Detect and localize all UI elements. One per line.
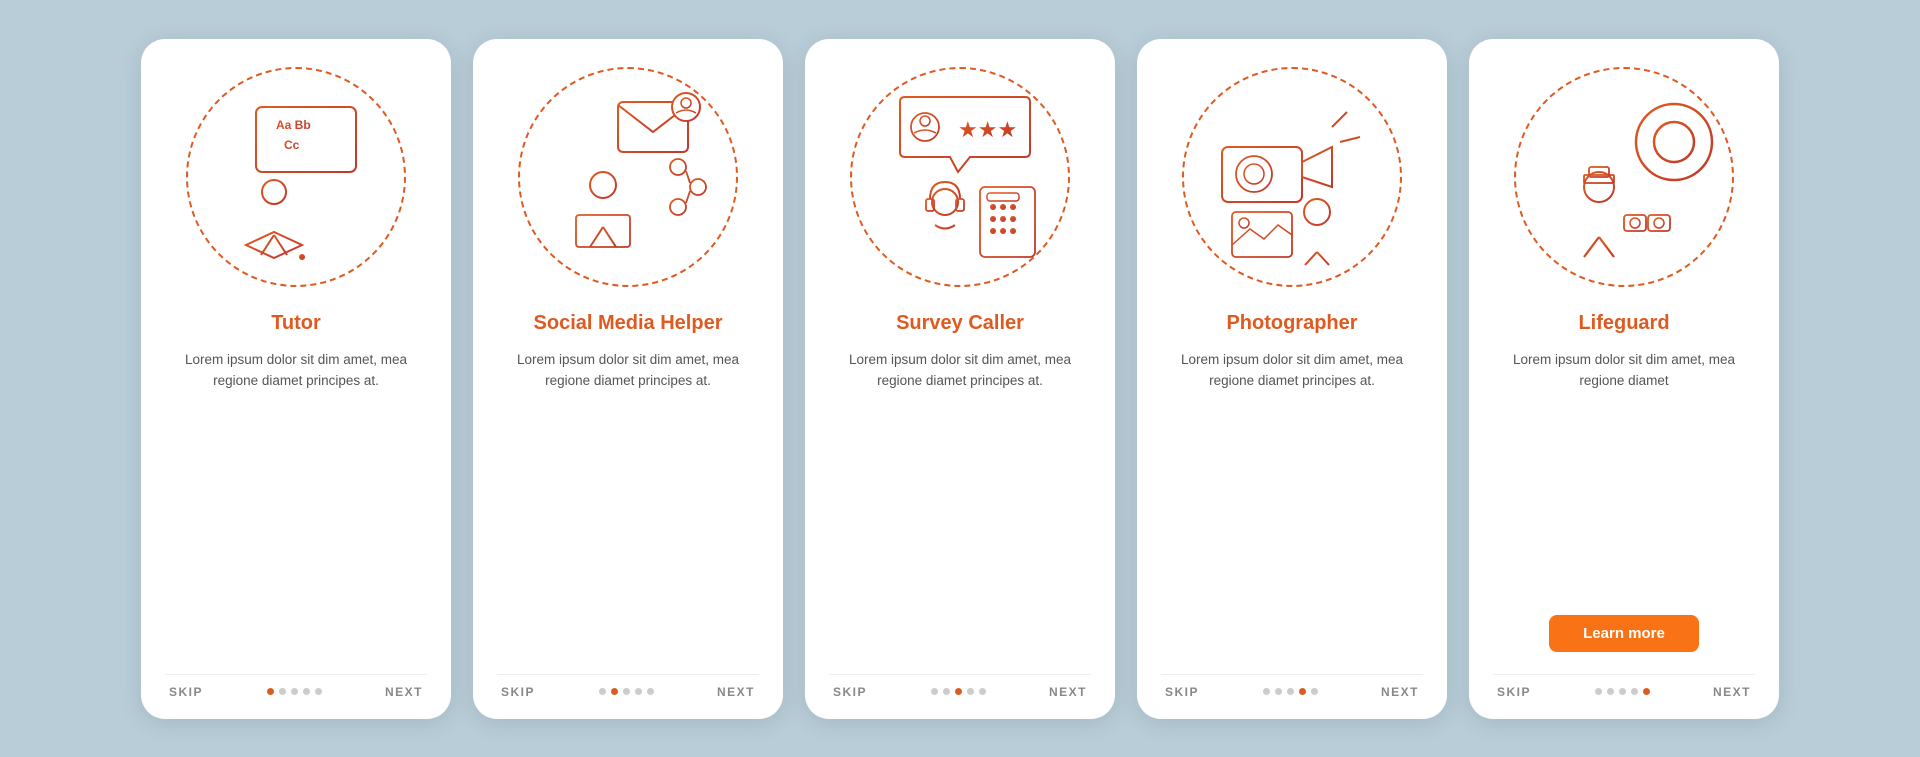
tutor-body: Lorem ipsum dolor sit dim amet, mea regi… — [165, 349, 427, 662]
social-media-icon — [538, 87, 718, 267]
photographer-title: Photographer — [1226, 311, 1357, 335]
cards-container: Aa Bb Cc Tutor Lorem ipsum dolor sit dim… — [141, 39, 1779, 719]
dot-5 — [647, 688, 654, 695]
survey-caller-title: Survey Caller — [896, 311, 1024, 335]
card-lifeguard: Lifeguard Lorem ipsum dolor sit dim amet… — [1469, 39, 1779, 719]
social-skip[interactable]: SKIP — [501, 685, 535, 699]
survey-dots — [931, 688, 986, 695]
dot-2 — [279, 688, 286, 695]
dot-4 — [1631, 688, 1638, 695]
social-dots — [599, 688, 654, 695]
tutor-title: Tutor — [271, 311, 321, 335]
social-next[interactable]: NEXT — [717, 685, 755, 699]
dot-1 — [931, 688, 938, 695]
dot-3 — [1619, 688, 1626, 695]
dot-2 — [1607, 688, 1614, 695]
dot-2 — [611, 688, 618, 695]
dot-5 — [1643, 688, 1650, 695]
dot-2 — [1275, 688, 1282, 695]
card-survey-caller: ★★★ — [805, 39, 1115, 719]
survey-caller-nav: SKIP NEXT — [829, 674, 1091, 699]
tutor-skip[interactable]: SKIP — [169, 685, 203, 699]
dot-4 — [1299, 688, 1306, 695]
lifeguard-dots — [1595, 688, 1650, 695]
tutor-dots — [267, 688, 322, 695]
photographer-dots — [1263, 688, 1318, 695]
photographer-next[interactable]: NEXT — [1381, 685, 1419, 699]
dot-3 — [291, 688, 298, 695]
social-media-title: Social Media Helper — [534, 311, 723, 335]
lifeguard-icon — [1534, 87, 1714, 267]
tutor-nav: SKIP NEXT — [165, 674, 427, 699]
survey-next[interactable]: NEXT — [1049, 685, 1087, 699]
tutor-next[interactable]: NEXT — [385, 685, 423, 699]
photographer-body: Lorem ipsum dolor sit dim amet, mea regi… — [1161, 349, 1423, 662]
dot-3 — [1287, 688, 1294, 695]
dot-4 — [635, 688, 642, 695]
card-social-media-helper: Social Media Helper Lorem ipsum dolor si… — [473, 39, 783, 719]
survey-caller-body: Lorem ipsum dolor sit dim amet, mea regi… — [829, 349, 1091, 662]
lifeguard-body: Lorem ipsum dolor sit dim amet, mea regi… — [1493, 349, 1755, 605]
tutor-icon: Aa Bb Cc — [206, 87, 386, 267]
survey-caller-icon-area: ★★★ — [850, 67, 1070, 287]
dot-5 — [1311, 688, 1318, 695]
photographer-nav: SKIP NEXT — [1161, 674, 1423, 699]
social-media-body: Lorem ipsum dolor sit dim amet, mea regi… — [497, 349, 759, 662]
card-photographer: Photographer Lorem ipsum dolor sit dim a… — [1137, 39, 1447, 719]
dot-3 — [623, 688, 630, 695]
dot-5 — [315, 688, 322, 695]
tutor-icon-area: Aa Bb Cc — [186, 67, 406, 287]
social-media-icon-area — [518, 67, 738, 287]
svg-text:Cc: Cc — [284, 138, 300, 152]
lifeguard-skip[interactable]: SKIP — [1497, 685, 1531, 699]
dot-3 — [955, 688, 962, 695]
dot-2 — [943, 688, 950, 695]
svg-text:Aa Bb: Aa Bb — [276, 118, 311, 132]
card-tutor: Aa Bb Cc Tutor Lorem ipsum dolor sit dim… — [141, 39, 451, 719]
lifeguard-title: Lifeguard — [1578, 311, 1669, 335]
social-media-nav: SKIP NEXT — [497, 674, 759, 699]
dot-1 — [267, 688, 274, 695]
svg-text:★★★: ★★★ — [958, 117, 1017, 142]
dot-4 — [303, 688, 310, 695]
photographer-icon-area — [1182, 67, 1402, 287]
learn-more-button[interactable]: Learn more — [1549, 615, 1699, 652]
dot-4 — [967, 688, 974, 695]
dot-5 — [979, 688, 986, 695]
lifeguard-icon-area — [1514, 67, 1734, 287]
dot-1 — [1595, 688, 1602, 695]
dot-1 — [1263, 688, 1270, 695]
photographer-skip[interactable]: SKIP — [1165, 685, 1199, 699]
survey-skip[interactable]: SKIP — [833, 685, 867, 699]
lifeguard-next[interactable]: NEXT — [1713, 685, 1751, 699]
photographer-icon — [1202, 87, 1382, 267]
survey-caller-icon: ★★★ — [870, 87, 1050, 267]
lifeguard-nav: SKIP NEXT — [1493, 674, 1755, 699]
dot-1 — [599, 688, 606, 695]
